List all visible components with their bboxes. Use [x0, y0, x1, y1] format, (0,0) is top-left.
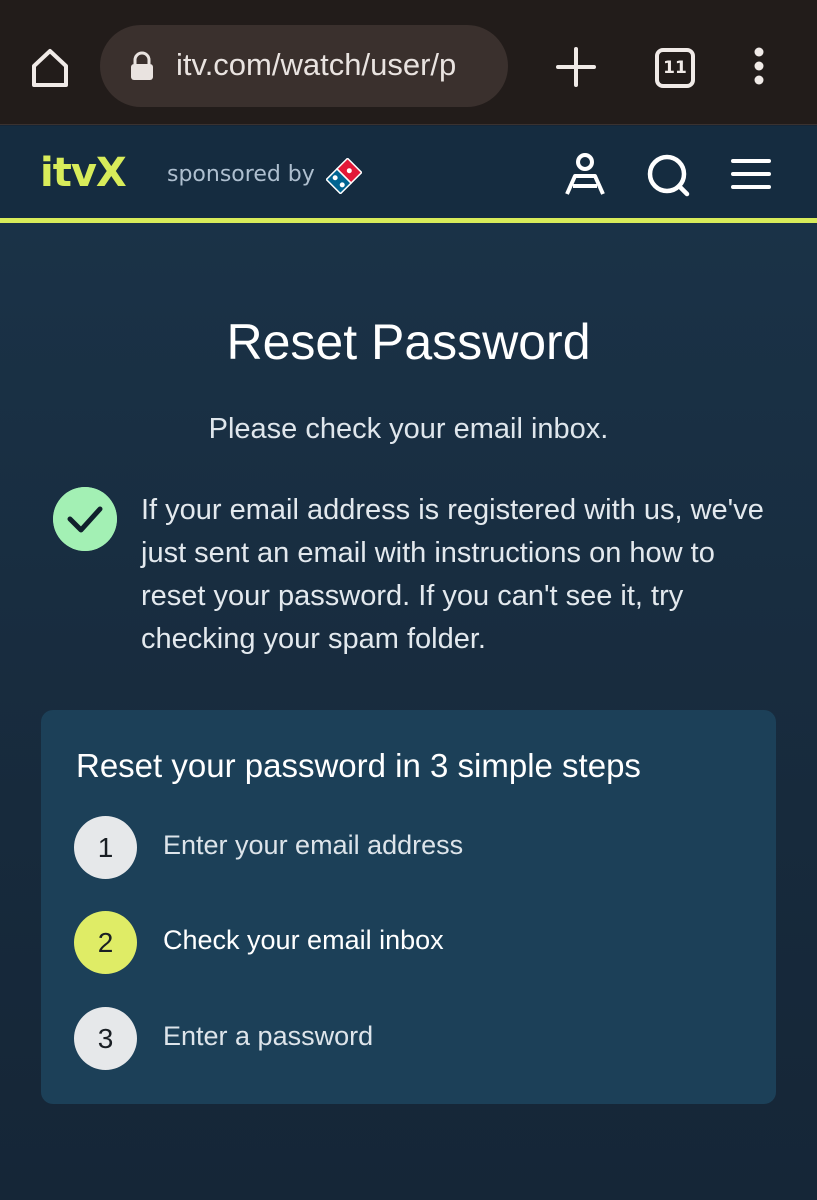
step-item-active: 2 Check your email inbox: [74, 911, 754, 975]
page-subtitle: Please check your email inbox.: [208, 413, 609, 445]
tabs-icon[interactable]: 11: [655, 48, 695, 88]
plus-icon[interactable]: [554, 45, 598, 89]
step-label: Enter your email address: [163, 830, 464, 860]
itvx-logo[interactable]: itvX: [40, 150, 127, 196]
lock-icon: [131, 51, 153, 80]
step-number: 3: [74, 1007, 137, 1070]
step-item: 3 Enter a password: [74, 1007, 754, 1071]
confirmation-message: If your email address is registered with…: [141, 494, 764, 655]
steps-title: Reset your password in 3 simple steps: [76, 747, 641, 784]
address-bar[interactable]: itv.com/watch/user/p: [100, 25, 508, 107]
step-number: 1: [74, 816, 137, 879]
tab-count: 11: [663, 58, 687, 78]
search-icon[interactable]: [645, 152, 691, 198]
step-number: 2: [74, 911, 137, 974]
step-label: Enter a password: [163, 1021, 374, 1051]
checkmark-icon: [53, 487, 117, 551]
more-vert-icon[interactable]: [742, 46, 776, 86]
account-icon[interactable]: [561, 150, 609, 198]
url-text: itv.com/watch/user/p: [176, 47, 457, 82]
page-title: Reset Password: [226, 314, 591, 370]
menu-icon[interactable]: [730, 156, 772, 192]
dominos-logo-icon: [326, 158, 362, 194]
sponsor-text: sponsored by: [167, 162, 315, 187]
step-label: Check your email inbox: [163, 925, 444, 955]
home-icon[interactable]: [26, 44, 74, 92]
step-item: 1 Enter your email address: [74, 816, 754, 880]
